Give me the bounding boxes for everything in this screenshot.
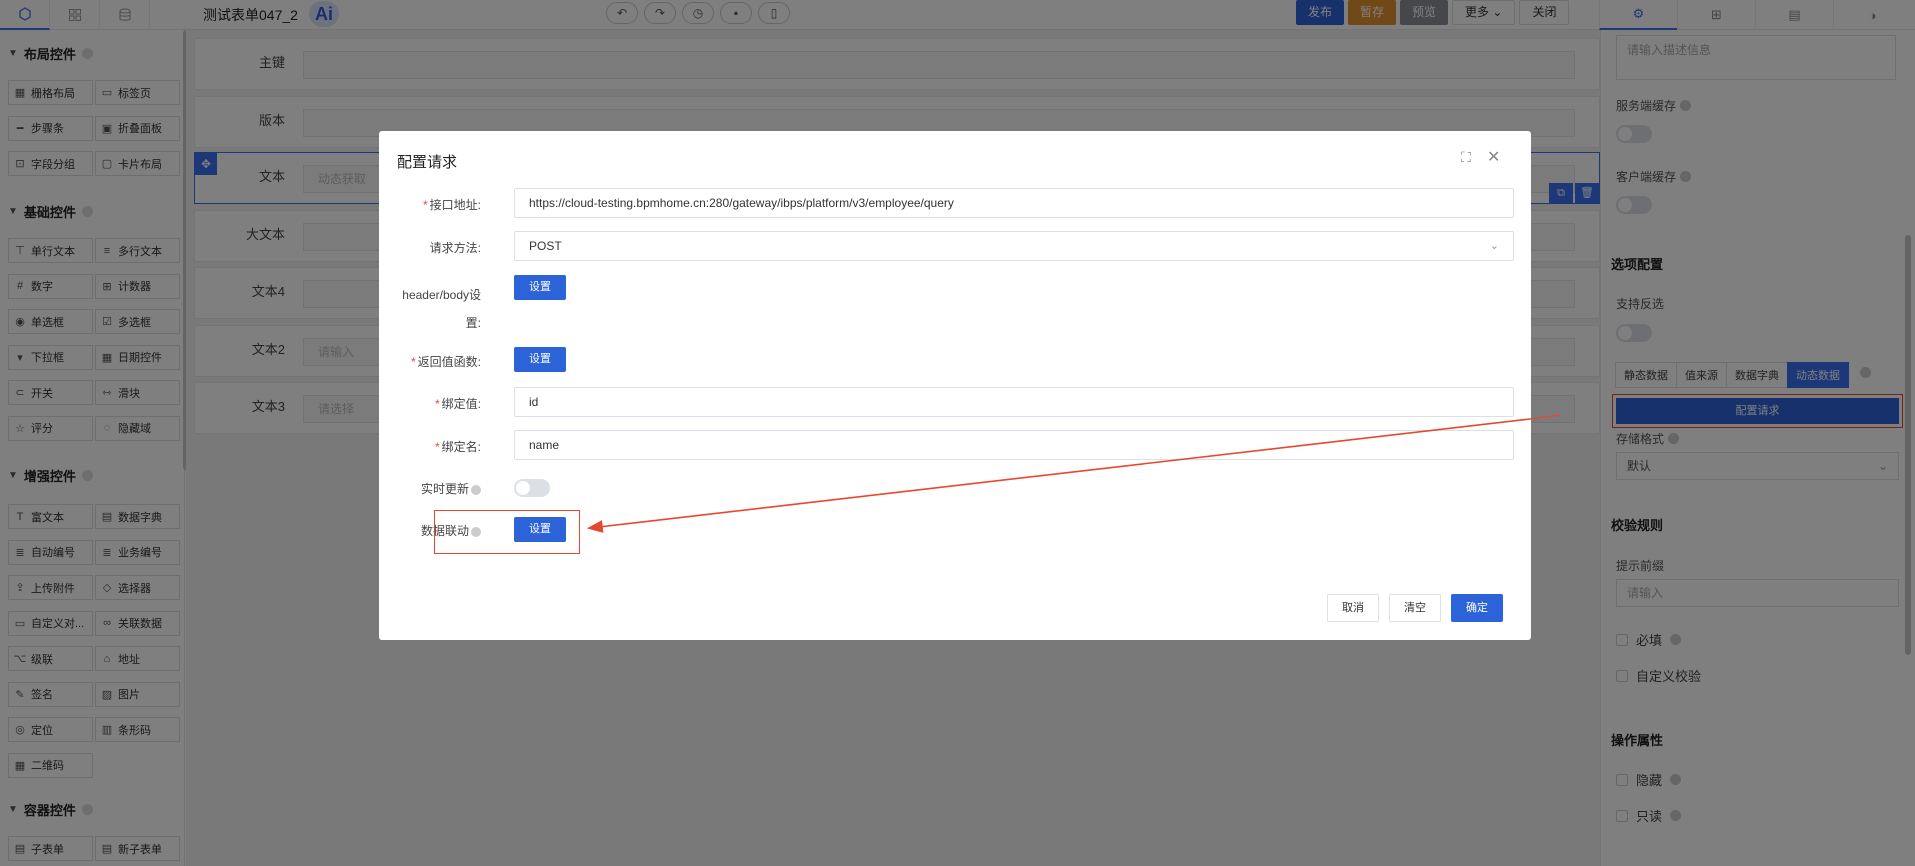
annotation-arrow bbox=[586, 414, 1561, 533]
